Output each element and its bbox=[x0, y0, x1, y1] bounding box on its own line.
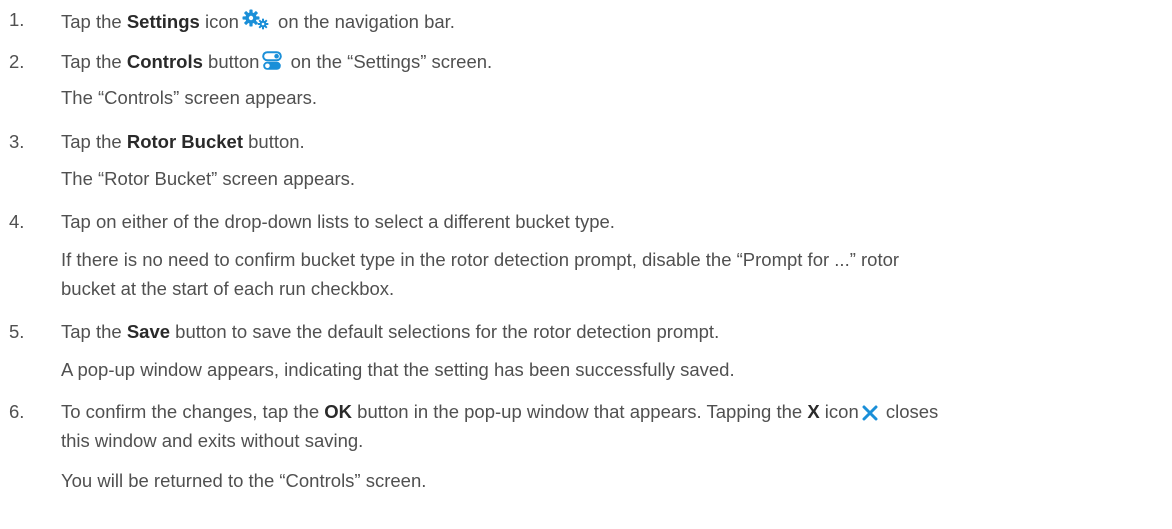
step-text: Tap the Rotor Bucket button. bbox=[61, 131, 305, 152]
close-x-icon bbox=[862, 404, 878, 426]
settings-gears-icon bbox=[242, 9, 270, 36]
step-text: Tap the Settings icon on the navigation … bbox=[61, 9, 455, 36]
controls-label: Controls bbox=[126, 51, 203, 72]
rotor-bucket-label: Rotor Bucket bbox=[126, 131, 243, 152]
step-text: Tap the Controls button on the “Settings… bbox=[61, 51, 492, 76]
step-number: 3. bbox=[9, 131, 25, 152]
step-text: Tap the Save button to save the default … bbox=[61, 321, 720, 342]
settings-label: Settings bbox=[126, 11, 200, 32]
step-number: 2. bbox=[9, 51, 25, 72]
step-text: Tap on either of the drop-down lists to … bbox=[61, 211, 615, 232]
x-label: X bbox=[807, 401, 820, 422]
ok-label: OK bbox=[324, 401, 353, 422]
save-label: Save bbox=[126, 321, 171, 342]
step-number: 6. bbox=[9, 401, 25, 422]
step-number: 5. bbox=[9, 321, 25, 342]
instruction-document: 1. Tap the Settings icon on the navigati… bbox=[9, 9, 939, 491]
step-text: To confirm the changes, tap the OK butto… bbox=[61, 401, 938, 426]
controls-toggle-icon bbox=[262, 51, 283, 76]
step-number: 1. bbox=[9, 9, 25, 30]
step-number: 4. bbox=[9, 211, 25, 232]
